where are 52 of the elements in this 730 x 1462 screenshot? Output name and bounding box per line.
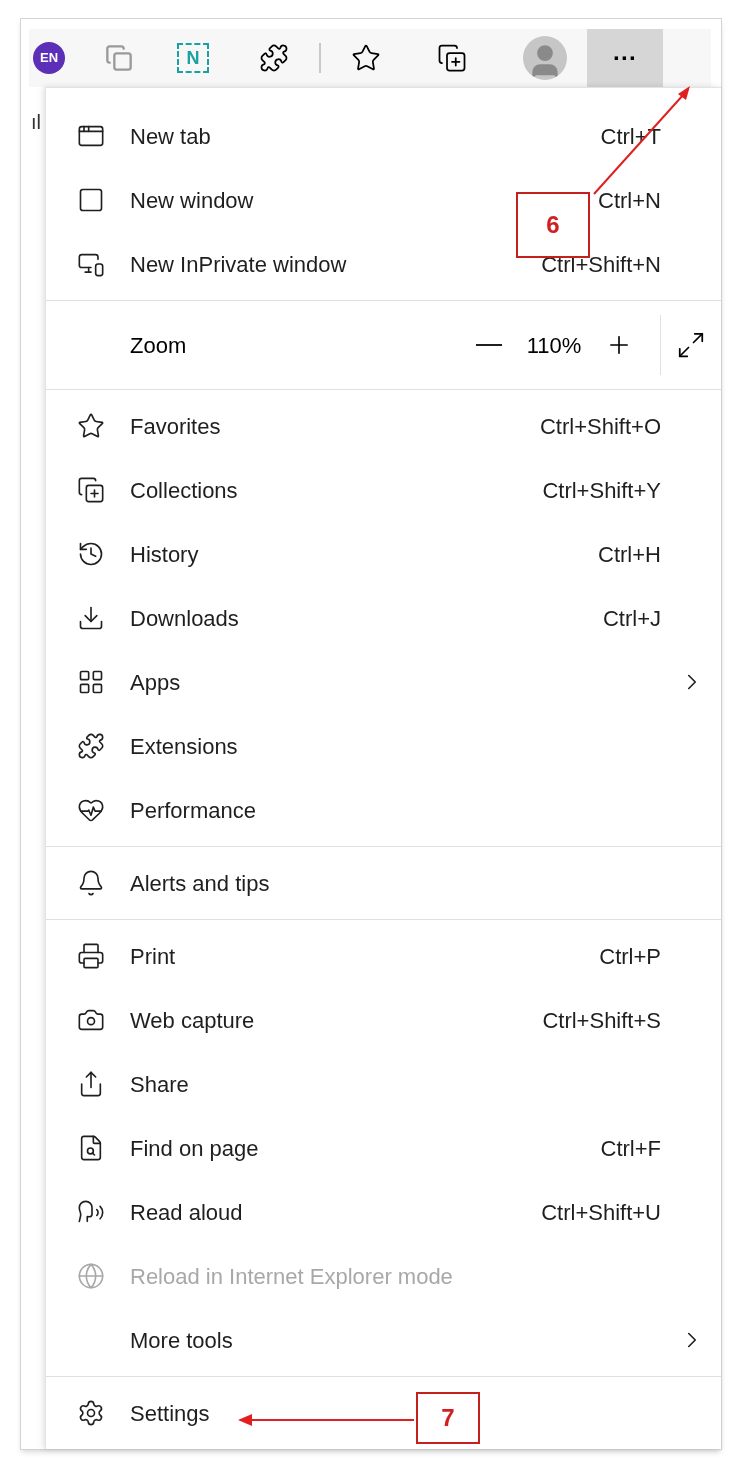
profile-badge[interactable]: EN (33, 42, 65, 74)
shortcut-text: Ctrl+Shift+U (541, 1198, 661, 1227)
shortcut-text: Ctrl+Shift+S (542, 1006, 661, 1035)
menu-item[interactable]: More tools (130, 1323, 233, 1357)
menu-item[interactable]: History (130, 537, 199, 571)
expand-icon (676, 330, 706, 360)
menu-item[interactable]: Alerts and tips (130, 866, 270, 900)
menu-item[interactable]: Performance (130, 793, 256, 827)
collection-icon (77, 476, 105, 504)
zoom-label: Zoom (130, 331, 188, 360)
more-button[interactable]: ··· (587, 29, 663, 87)
menu-item[interactable]: New tab (130, 119, 211, 153)
menu-item[interactable]: Find on page (130, 1131, 259, 1165)
menu-item[interactable]: New window (130, 183, 254, 217)
shortcut-text: Ctrl+P (599, 942, 661, 971)
star-icon[interactable] (351, 43, 381, 73)
menu-item[interactable]: Favorites (130, 409, 221, 443)
menu-item[interactable]: Downloads (130, 601, 239, 635)
shortcut-text: Ctrl+J (602, 604, 661, 633)
star-icon (77, 412, 105, 440)
menu-item[interactable]: Share (130, 1067, 189, 1101)
shortcut-text: Ctrl+Shift+O (539, 412, 661, 441)
menu-item[interactable]: Read aloud (130, 1195, 243, 1229)
shortcut-text: Ctrl+Shift+Y (542, 476, 661, 505)
annotation-label: 6 (516, 192, 590, 258)
shortcut-text: Ctrl+N (598, 186, 661, 215)
menu-item[interactable]: Web capture (130, 1003, 255, 1037)
globe-icon (77, 1262, 105, 1290)
bell-icon (77, 869, 105, 897)
menu-item[interactable]: New InPrivate window (130, 247, 347, 281)
collection-icon[interactable] (437, 43, 467, 73)
menu-item[interactable]: Settings (130, 1396, 210, 1430)
shortcut-text: Ctrl+F (600, 1134, 661, 1163)
page-text-fragment: ıl (31, 110, 41, 135)
window-icon (77, 186, 105, 214)
settings-icon (77, 1399, 105, 1427)
menu-item[interactable]: Extensions (130, 729, 238, 763)
puzzle-icon (77, 732, 105, 760)
avatar[interactable] (523, 36, 567, 80)
apps-icon (77, 668, 105, 696)
puzzle-icon[interactable] (259, 43, 289, 73)
printer-icon (77, 942, 105, 970)
shortcut-text: Ctrl+H (598, 540, 661, 569)
menu-item[interactable]: Collections (130, 473, 238, 507)
annotation-label: 7 (416, 1392, 480, 1444)
history-icon (77, 540, 105, 568)
zoom-value: 110% (525, 331, 583, 360)
menu-item[interactable]: Apps (130, 665, 181, 699)
download-icon (77, 604, 105, 632)
copy-icon[interactable] (105, 44, 133, 72)
minus-icon (476, 344, 502, 346)
menu-item[interactable]: Print (130, 939, 176, 973)
